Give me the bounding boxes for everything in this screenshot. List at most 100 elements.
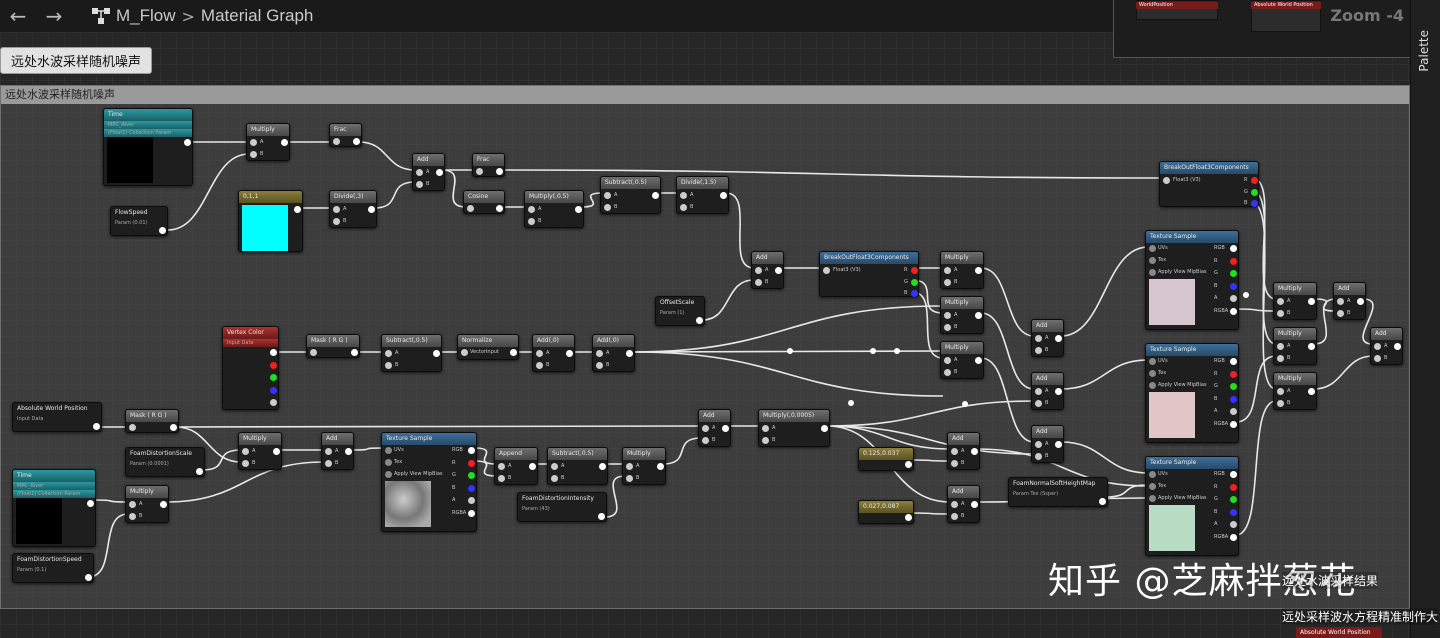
- input-pin-b[interactable]: [951, 460, 958, 467]
- wire[interactable]: [92, 499, 129, 503]
- input-pin-a[interactable]: [1277, 388, 1284, 395]
- output-pin-rgba[interactable]: [1230, 420, 1237, 428]
- reroute-node[interactable]: [787, 348, 793, 354]
- node-flowspeed[interactable]: FlowSpeed Param (0.01): [110, 206, 168, 236]
- node-texfoam[interactable]: Texture Sample UVs Tex Apply View MipBias RG…: [381, 432, 477, 532]
- input-pin-b[interactable]: [498, 475, 505, 482]
- node-vertexcolor[interactable]: Vertex Color Input Data: [222, 326, 279, 410]
- output-pin[interactable]: [353, 138, 360, 145]
- input-pin-a[interactable]: [596, 350, 603, 357]
- output-pin-g[interactable]: [1230, 383, 1237, 390]
- node-multiply_b2[interactable]: Multiply A B: [125, 485, 169, 523]
- output-pin[interactable]: [1099, 498, 1106, 505]
- reroute-node[interactable]: [870, 348, 876, 354]
- input-pin-b[interactable]: [325, 460, 332, 467]
- input-pin-a[interactable]: [325, 448, 332, 455]
- node-multiply_b1[interactable]: Multiply A B: [238, 432, 282, 470]
- output-pin-r[interactable]: [1251, 177, 1258, 184]
- palette-tab[interactable]: Palette: [1417, 30, 1431, 72]
- input-pin-a[interactable]: [1337, 298, 1344, 305]
- output-pin[interactable]: [345, 448, 352, 455]
- output-pin-g[interactable]: [911, 279, 918, 286]
- input-pin-a[interactable]: [551, 463, 558, 470]
- input-pin-a[interactable]: [1277, 298, 1284, 305]
- output-pin[interactable]: [722, 425, 729, 432]
- input-pin[interactable]: [1163, 177, 1170, 184]
- node-offsetscale[interactable]: OffsetScale Param (1): [655, 296, 705, 326]
- input-pin-a[interactable]: [385, 350, 392, 357]
- output-pin-r[interactable]: [468, 459, 475, 467]
- output-pin-b[interactable]: [1230, 395, 1237, 403]
- wire[interactable]: [980, 357, 1035, 443]
- input-pin-b[interactable]: [626, 475, 633, 482]
- output-pin-b[interactable]: [911, 290, 918, 297]
- input-pin-b[interactable]: [680, 204, 687, 211]
- input-pin-uvs[interactable]: [1149, 471, 1156, 478]
- input-pin-b[interactable]: [1035, 400, 1042, 407]
- node-subtract05c[interactable]: Subtract(,0.5) A B: [547, 447, 608, 485]
- input-pin[interactable]: [310, 349, 317, 356]
- input-pin-b[interactable]: [416, 181, 423, 188]
- output-pin[interactable]: [496, 205, 503, 212]
- reroute-node[interactable]: [962, 401, 968, 407]
- input-pin-b[interactable]: [1277, 400, 1284, 407]
- node-multiply_f1[interactable]: Multiply A B: [1273, 282, 1317, 320]
- node-add_c1[interactable]: Add A B: [947, 432, 980, 470]
- output-pin-r[interactable]: [1230, 257, 1237, 265]
- output-pin[interactable]: [975, 312, 982, 319]
- node-tex3[interactable]: Texture Sample UVs Tex Apply View MipBias RG…: [1145, 456, 1239, 556]
- output-pin[interactable]: [626, 350, 633, 357]
- node-multiply_f2[interactable]: Multiply A B: [1273, 327, 1317, 365]
- input-pin-a[interactable]: [1035, 441, 1042, 448]
- wire[interactable]: [662, 437, 702, 465]
- output-pin-rgba[interactable]: [1230, 533, 1237, 541]
- wire[interactable]: [910, 512, 951, 515]
- output-pin-g[interactable]: [270, 374, 277, 381]
- wire[interactable]: [1235, 355, 1277, 423]
- node-multiply1[interactable]: Multiply A B: [246, 123, 290, 161]
- wire[interactable]: [175, 425, 702, 428]
- node-add0a[interactable]: Add(,0) A B: [532, 334, 575, 372]
- output-pin[interactable]: [598, 513, 605, 520]
- input-pin-tex[interactable]: [1149, 483, 1156, 490]
- output-pin-a[interactable]: [1230, 521, 1237, 528]
- output-pin[interactable]: [905, 461, 912, 468]
- output-pin[interactable]: [281, 139, 288, 146]
- input-pin-b[interactable]: [944, 324, 951, 331]
- reroute-node[interactable]: [848, 400, 854, 406]
- node-normalize[interactable]: Normalize VectorInput: [457, 334, 519, 360]
- input-pin-mip[interactable]: [1149, 495, 1156, 502]
- input-pin-b[interactable]: [1277, 310, 1284, 317]
- output-pin-rgb[interactable]: [1230, 358, 1237, 365]
- input-pin-b[interactable]: [333, 218, 340, 225]
- output-pin-a[interactable]: [270, 399, 277, 406]
- input-pin-b[interactable]: [385, 362, 392, 369]
- output-pin-rgb[interactable]: [270, 349, 277, 356]
- output-pin-rgba[interactable]: [468, 509, 475, 517]
- output-pin-a[interactable]: [468, 497, 475, 504]
- wire[interactable]: [1060, 359, 1149, 390]
- node-const1[interactable]: 0.125,0.037: [858, 447, 914, 471]
- node-add_f1[interactable]: Add A B: [1333, 282, 1366, 320]
- input-pin-a[interactable]: [333, 206, 340, 213]
- input-pin[interactable]: [476, 168, 483, 175]
- input-pin-a[interactable]: [951, 448, 958, 455]
- node-multiply_r1[interactable]: Multiply A B: [940, 251, 984, 289]
- output-pin[interactable]: [87, 500, 94, 507]
- node-add2[interactable]: Add A B: [751, 251, 784, 289]
- input-pin-b[interactable]: [755, 279, 762, 286]
- palette-panel[interactable]: Palette: [1410, 0, 1440, 638]
- output-pin[interactable]: [170, 424, 177, 431]
- output-pin[interactable]: [529, 463, 536, 470]
- output-pin[interactable]: [1357, 298, 1364, 305]
- input-pin-a[interactable]: [1374, 343, 1381, 350]
- input-pin-b[interactable]: [1035, 347, 1042, 354]
- output-pin[interactable]: [905, 514, 912, 521]
- wire[interactable]: [631, 351, 944, 397]
- node-multiply_f3[interactable]: Multiply A B: [1273, 372, 1317, 410]
- input-pin-b[interactable]: [944, 369, 951, 376]
- input-pin-a[interactable]: [944, 357, 951, 364]
- input-pin-a[interactable]: [250, 139, 257, 146]
- input-pin-a[interactable]: [1277, 343, 1284, 350]
- output-pin-g[interactable]: [1251, 189, 1258, 196]
